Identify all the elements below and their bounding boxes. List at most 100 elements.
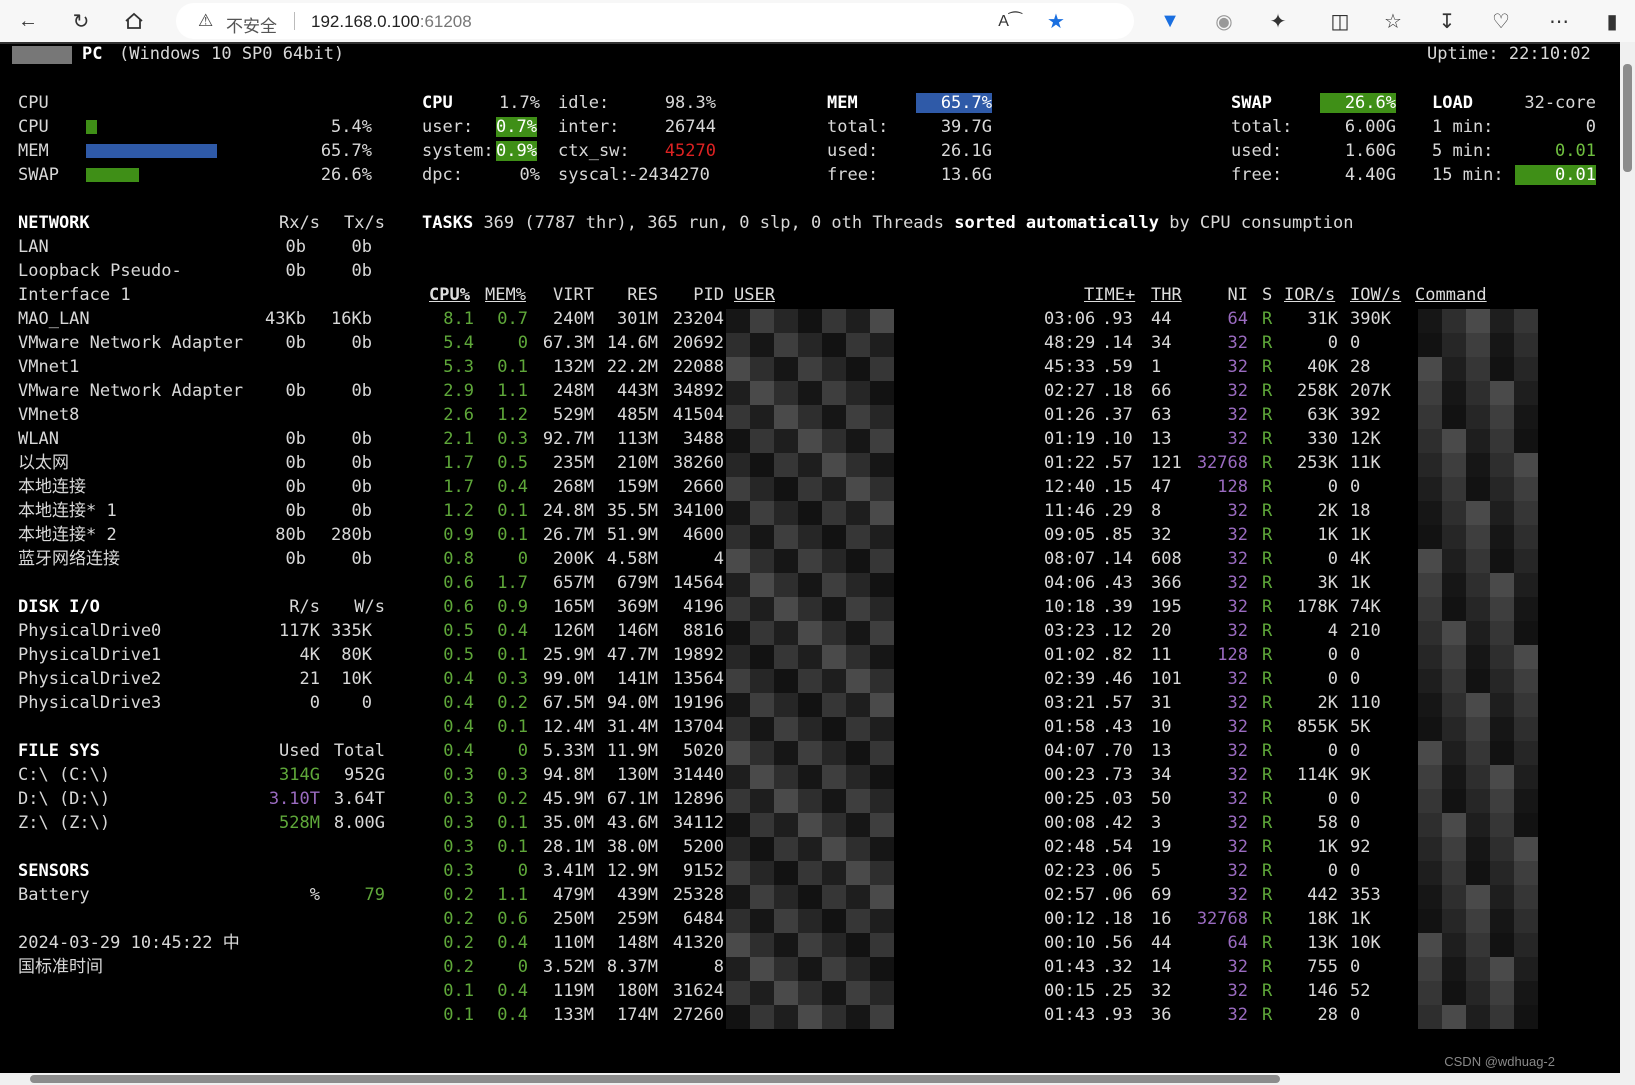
- col-cpu[interactable]: CPU%: [429, 285, 470, 305]
- proc-thr: 44: [1151, 933, 1172, 953]
- redacted-command-block: [1442, 861, 1466, 885]
- refresh-icon[interactable]: ↻: [67, 7, 95, 35]
- network-rx: 80b: [275, 525, 306, 545]
- proc-res: 22.2M: [606, 357, 658, 377]
- col-time[interactable]: TIME+: [1084, 285, 1135, 305]
- proc-ior: 442: [1307, 885, 1338, 905]
- download-icon[interactable]: ↧: [1433, 7, 1461, 35]
- redacted-command-block: [1514, 309, 1538, 333]
- proc-mem: 0.1: [497, 525, 528, 545]
- proc-ior: 31K: [1307, 309, 1338, 329]
- redacted-user-block: [750, 333, 774, 357]
- cpu-inter: 26744: [664, 117, 716, 137]
- proc-pid: 4196: [683, 597, 724, 617]
- redacted-user-block: [774, 813, 798, 837]
- quicklook-value: 65.7%: [320, 141, 372, 161]
- proc-cpu: 0.1: [443, 981, 474, 1001]
- redacted-user-block: [726, 429, 750, 453]
- performance-heart-icon[interactable]: ♡: [1487, 7, 1515, 35]
- proc-status: R: [1262, 309, 1273, 329]
- redacted-user-block: [750, 405, 774, 429]
- proc-status: R: [1262, 405, 1273, 425]
- redacted-user-block: [870, 573, 894, 597]
- quicklook-bar: [86, 168, 139, 182]
- proc-status: R: [1262, 957, 1273, 977]
- col-thr[interactable]: THR: [1151, 285, 1182, 305]
- redacted-user-block: [798, 477, 822, 501]
- redacted-command-block: [1514, 429, 1538, 453]
- swap-title: SWAP: [1231, 93, 1272, 113]
- proc-thr: 366: [1151, 573, 1182, 593]
- redacted-command-block: [1490, 1005, 1514, 1029]
- proc-time-frac: .25: [1102, 981, 1133, 1001]
- redacted-command-block: [1442, 357, 1466, 381]
- redacted-user-block: [822, 381, 846, 405]
- proc-status: R: [1262, 501, 1273, 521]
- extension-icon[interactable]: ◉: [1210, 7, 1238, 35]
- redacted-user-block: [870, 669, 894, 693]
- horizontal-scrollbar[interactable]: [0, 1073, 1635, 1085]
- redacted-user-block: [726, 357, 750, 381]
- redacted-user-block: [870, 813, 894, 837]
- proc-ni: 32: [1227, 981, 1248, 1001]
- vertical-scrollbar[interactable]: [1620, 42, 1635, 1073]
- split-screen-icon[interactable]: ◫: [1326, 7, 1354, 35]
- redacted-user-block: [774, 333, 798, 357]
- redacted-user-block: [870, 789, 894, 813]
- redacted-user-block: [798, 789, 822, 813]
- more-menu-icon[interactable]: ⋯: [1545, 7, 1573, 35]
- redacted-user-block: [750, 789, 774, 813]
- proc-time-frac: .06: [1102, 885, 1133, 905]
- proc-status: R: [1262, 669, 1273, 689]
- redacted-user-block: [870, 957, 894, 981]
- col-command[interactable]: Command: [1415, 285, 1487, 305]
- favorites-icon[interactable]: ☆: [1379, 7, 1407, 35]
- col-ior[interactable]: IOR/s: [1284, 285, 1335, 305]
- redacted-user-block: [822, 573, 846, 597]
- extension-shield-icon[interactable]: ▼: [1156, 7, 1184, 35]
- redacted-user-block: [774, 837, 798, 861]
- redacted-command-block: [1466, 429, 1490, 453]
- security-label[interactable]: 不安全: [226, 12, 277, 37]
- network-tx: 0b: [351, 333, 372, 353]
- proc-cpu: 0.3: [443, 813, 474, 833]
- redacted-command-block: [1442, 621, 1466, 645]
- proc-cpu: 1.7: [443, 477, 474, 497]
- redacted-command-block: [1490, 501, 1514, 525]
- url-text[interactable]: 192.168.0.100:61208: [311, 12, 472, 32]
- proc-iow: 4K: [1350, 549, 1371, 569]
- redacted-command-block: [1442, 573, 1466, 597]
- redacted-user-block: [870, 933, 894, 957]
- col-mem[interactable]: MEM%: [485, 285, 526, 305]
- proc-virt: 67.3M: [542, 333, 594, 353]
- address-bar[interactable]: ⚠ 不安全 192.168.0.100:61208 A⁀ ★: [176, 3, 1134, 39]
- proc-cpu: 0.4: [443, 669, 474, 689]
- back-arrow-icon[interactable]: ←: [14, 7, 42, 35]
- proc-thr: 608: [1151, 549, 1182, 569]
- read-aloud-icon[interactable]: A⁀: [996, 7, 1024, 35]
- redacted-command-block: [1514, 381, 1538, 405]
- vertical-scroll-thumb[interactable]: [1623, 64, 1632, 172]
- proc-status: R: [1262, 333, 1273, 353]
- swap-free: 4.40G: [1344, 165, 1396, 185]
- col-user[interactable]: USER: [734, 285, 775, 305]
- redacted-user-block: [870, 885, 894, 909]
- extensions-puzzle-icon[interactable]: ✦: [1264, 7, 1292, 35]
- col-iow[interactable]: IOW/s: [1350, 285, 1401, 305]
- redacted-command-block: [1442, 453, 1466, 477]
- home-icon[interactable]: [120, 7, 148, 35]
- horizontal-scroll-thumb[interactable]: [30, 1075, 1280, 1083]
- proc-ni: 32: [1227, 525, 1248, 545]
- network-interface-name: MAO_LAN: [18, 309, 90, 329]
- proc-status: R: [1262, 933, 1273, 953]
- proc-thr: 20: [1151, 621, 1172, 641]
- sidebar-toggle-icon[interactable]: ▮: [1598, 7, 1626, 35]
- warning-icon[interactable]: ⚠: [198, 11, 213, 31]
- favorite-star-icon[interactable]: ★: [1042, 7, 1070, 35]
- redacted-command-block: [1466, 453, 1490, 477]
- proc-mem: 1.1: [497, 885, 528, 905]
- proc-virt: 200K: [553, 549, 594, 569]
- redacted-command-block: [1514, 1005, 1538, 1029]
- proc-time-min: 02:39: [1044, 669, 1096, 689]
- proc-time-frac: .29: [1102, 501, 1133, 521]
